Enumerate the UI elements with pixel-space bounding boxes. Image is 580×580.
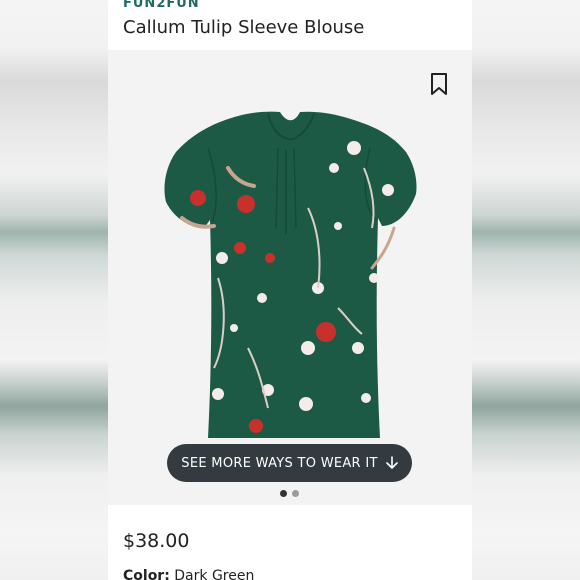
carousel-dot-2[interactable]	[292, 490, 299, 497]
carousel-dot-1[interactable]	[280, 490, 287, 497]
product-image	[164, 111, 417, 439]
color-info: Color: Dark Green	[123, 568, 254, 580]
carousel-indicator	[280, 490, 299, 497]
product-detail-screen: FUN2FUN Callum Tulip Sleeve Blouse SEE M…	[108, 0, 472, 580]
background-right	[472, 0, 580, 580]
product-price: $38.00	[123, 530, 190, 552]
product-title: Callum Tulip Sleeve Blouse	[123, 17, 365, 38]
background-left	[0, 0, 108, 580]
see-more-ways-button[interactable]: SEE MORE WAYS TO WEAR IT	[167, 444, 412, 482]
color-value: Dark Green	[174, 568, 255, 580]
arrow-down-icon	[385, 456, 398, 469]
brand-name: FUN2FUN	[123, 0, 200, 11]
color-label: Color:	[123, 568, 170, 580]
product-image-carousel[interactable]: SEE MORE WAYS TO WEAR IT	[108, 50, 472, 505]
see-more-ways-label: SEE MORE WAYS TO WEAR IT	[181, 455, 378, 471]
bookmark-icon[interactable]	[430, 72, 448, 96]
